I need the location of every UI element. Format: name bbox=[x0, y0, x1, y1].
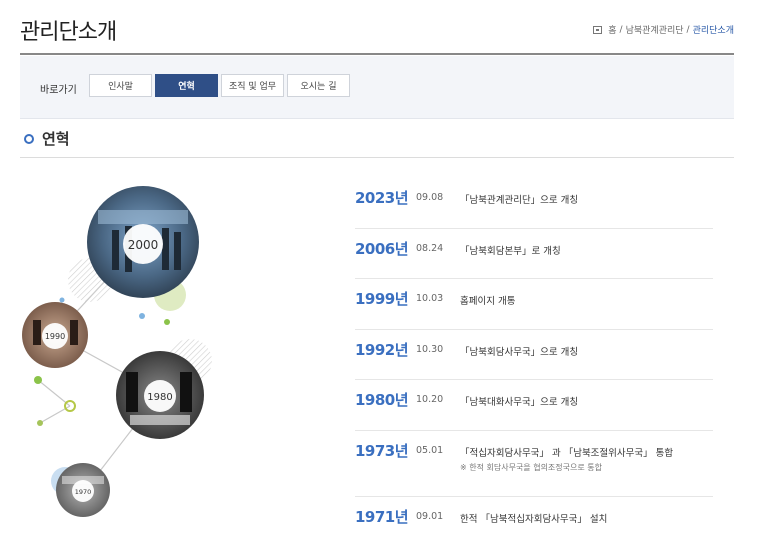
timeline-desc: 한적 「남북적십자회담사무국」 설치 bbox=[460, 513, 608, 525]
photo-circle-1980: 1980 bbox=[116, 351, 204, 439]
title-divider bbox=[20, 53, 734, 55]
green-dot-decoration bbox=[164, 319, 170, 325]
timeline-row: 2006년 08.24 「남북회담본부」로 개칭 bbox=[355, 229, 713, 280]
timeline-date: 10.30 bbox=[416, 343, 444, 355]
timeline-date: 08.24 bbox=[416, 242, 444, 254]
circle-label-1970: 1970 bbox=[75, 488, 92, 496]
page-title: 관리단소개 bbox=[20, 20, 117, 45]
breadcrumb-separator: / bbox=[619, 24, 623, 35]
history-photo-collage: 2000 1990 1980 1970 bbox=[22, 186, 212, 517]
circle-bullet-icon bbox=[24, 133, 34, 144]
timeline-year: 2006년 bbox=[355, 239, 409, 258]
timeline-note: ※ 한적 회담사무국을 협의조정국으로 통합 bbox=[460, 462, 602, 472]
green-dot-decoration bbox=[34, 376, 42, 384]
timeline-desc: 「남북회담본부」로 개칭 bbox=[460, 245, 561, 257]
timeline-desc: 「남북회담사무국」으로 개칭 bbox=[460, 346, 579, 358]
timeline-date: 10.20 bbox=[416, 394, 444, 406]
blue-dot-decoration bbox=[59, 297, 65, 303]
timeline-row: 1980년 10.20 「남북대화사무국」으로 개칭 bbox=[355, 380, 713, 431]
timeline-year: 2023년 bbox=[355, 189, 409, 207]
tab-history[interactable]: 연혁 bbox=[155, 74, 218, 97]
quick-nav-tabs: 인사말 연혁 조직 및 업무 오시는 길 bbox=[89, 74, 350, 97]
timeline-desc: 홈페이지 개통 bbox=[460, 296, 516, 308]
section-title: 연혁 bbox=[42, 130, 70, 148]
breadcrumb-parent[interactable]: 남북관계관리단 bbox=[626, 23, 684, 36]
photo-circle-1970: 1970 bbox=[56, 463, 110, 517]
timeline-row: 1971년 09.01 한적 「남북적십자회담사무국」 설치 bbox=[355, 497, 713, 548]
timeline-date: 05.01 bbox=[416, 444, 444, 456]
quick-nav: 바로가기 인사말 연혁 조직 및 업무 오시는 길 bbox=[20, 56, 734, 119]
timeline-desc-block: 「적십자회담사무국」 과 「남북조절위사무국」 통합 ※ 한적 회담사무국을 협… bbox=[460, 440, 673, 473]
timeline-desc: 「남북대화사무국」으로 개칭 bbox=[460, 397, 579, 409]
section-divider bbox=[20, 157, 734, 158]
history-timeline: 2023년 09.08 「남북관계관리단」으로 개칭 2006년 08.24 「… bbox=[355, 178, 713, 548]
timeline-row: 1973년 05.01 「적십자회담사무국」 과 「남북조절위사무국」 통합 ※… bbox=[355, 431, 713, 497]
tab-directions[interactable]: 오시는 길 bbox=[287, 74, 350, 97]
circle-label-1990: 1990 bbox=[45, 332, 65, 341]
timeline-row: 2023년 09.08 「남북관계관리단」으로 개칭 bbox=[355, 178, 713, 229]
home-icon[interactable] bbox=[593, 25, 603, 34]
timeline-row: 1992년 10.30 「남북회담사무국」으로 개칭 bbox=[355, 330, 713, 381]
timeline-desc: 「남북관계관리단」으로 개칭 bbox=[460, 195, 579, 206]
timeline-year: 1971년 bbox=[355, 507, 409, 526]
circle-label-1980: 1980 bbox=[147, 392, 172, 403]
circle-label-2000: 2000 bbox=[128, 238, 159, 252]
timeline-year: 1992년 bbox=[355, 340, 409, 359]
tab-greeting[interactable]: 인사말 bbox=[89, 74, 152, 97]
breadcrumb-home[interactable]: 홈 bbox=[608, 23, 616, 36]
timeline-date: 10.03 bbox=[416, 293, 444, 305]
breadcrumb-separator: / bbox=[686, 24, 690, 35]
tab-organization[interactable]: 조직 및 업무 bbox=[221, 74, 284, 97]
photo-circle-2000: 2000 bbox=[87, 186, 199, 298]
breadcrumb: 홈 / 남북관계관리단 / 관리단소개 bbox=[593, 23, 734, 36]
quick-nav-label: 바로가기 bbox=[40, 85, 77, 96]
timeline-row: 1999년 10.03 홈페이지 개통 bbox=[355, 279, 713, 330]
timeline-year: 1980년 bbox=[355, 391, 409, 410]
section-header: 연혁 bbox=[24, 128, 70, 149]
timeline-date: 09.01 bbox=[416, 510, 444, 522]
green-dot-decoration bbox=[37, 420, 43, 426]
timeline-desc: 「적십자회담사무국」 과 「남북조절위사무국」 통합 bbox=[460, 447, 674, 459]
timeline-year: 1999년 bbox=[355, 290, 409, 309]
timeline-year: 1973년 bbox=[355, 441, 409, 460]
blue-dot-decoration bbox=[139, 313, 145, 319]
timeline-date: 09.08 bbox=[416, 192, 444, 203]
breadcrumb-current[interactable]: 관리단소개 bbox=[693, 23, 734, 36]
photo-circle-1990: 1990 bbox=[22, 302, 88, 368]
